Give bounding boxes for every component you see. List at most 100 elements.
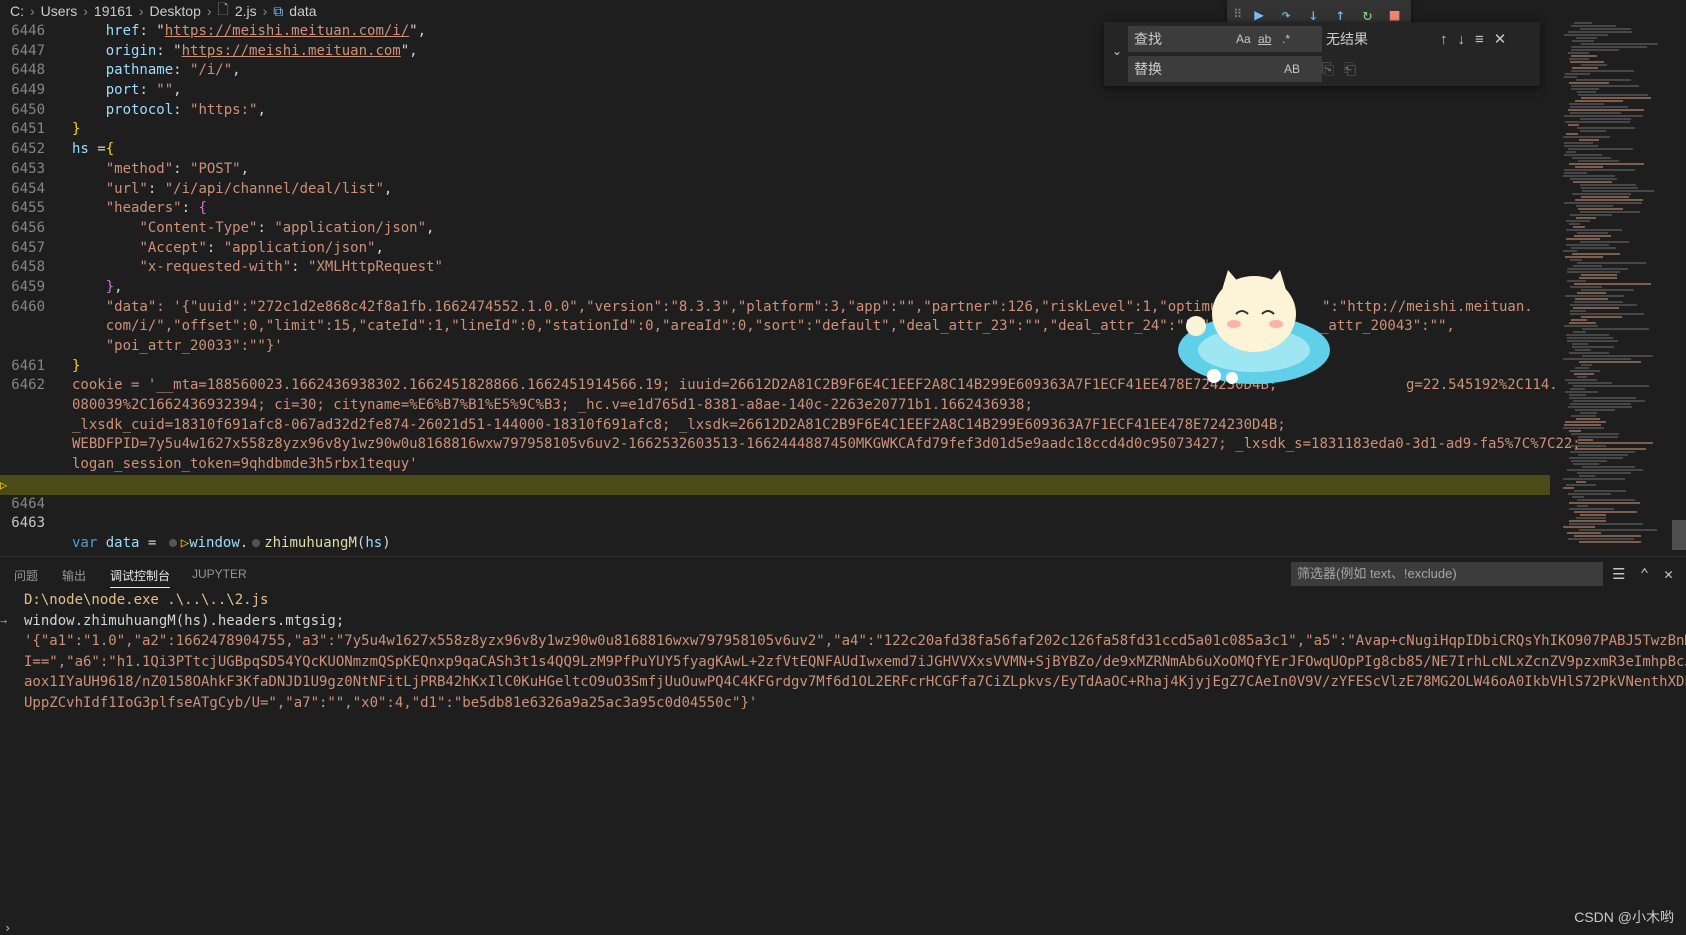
maximize-panel-chevron-up-icon[interactable]: ⌃ bbox=[1640, 562, 1649, 586]
tab-output[interactable]: 输出 bbox=[62, 567, 86, 584]
breadcrumb-symbol[interactable]: data bbox=[289, 3, 316, 19]
minimap-line bbox=[1577, 91, 1596, 93]
minimap-line bbox=[1570, 178, 1617, 180]
line-number: 6447 bbox=[11, 42, 45, 59]
find-in-selection-icon[interactable]: ≡ bbox=[1475, 31, 1484, 48]
minimap-line bbox=[1574, 511, 1637, 513]
minimap-line bbox=[1574, 535, 1641, 537]
chevron-right-icon: › bbox=[83, 3, 88, 19]
code-text: "method": "POST", bbox=[105, 160, 250, 177]
minimap-line bbox=[1566, 133, 1578, 135]
minimap-line bbox=[1572, 193, 1631, 195]
minimap-line bbox=[1578, 454, 1628, 456]
breakpoint-arrow-icon[interactable]: ▷ bbox=[0, 479, 10, 491]
debug-console-output[interactable]: D:\node\node.exe .\..\..\2.js → window.zh… bbox=[0, 590, 1686, 920]
console-text: window.zhimuhuangM(hs).headers.mtgsig; bbox=[24, 612, 345, 629]
console-text: I==","a6":"h1.1Qi3PTtcjUGBpqSD54YQcKUONm… bbox=[24, 653, 1686, 670]
replace-input[interactable]: 替换 AB bbox=[1128, 56, 1322, 82]
minimap-line bbox=[1563, 427, 1604, 429]
clear-console-icon[interactable]: ☰ bbox=[1612, 562, 1625, 586]
line-number: 6456 bbox=[11, 219, 45, 236]
minimap-line bbox=[1570, 313, 1644, 315]
minimap-line bbox=[1569, 502, 1640, 504]
line-number: 6449 bbox=[11, 82, 45, 99]
tab-debug-console[interactable]: 调试控制台 bbox=[110, 567, 171, 588]
inline-breakpoint-icon[interactable] bbox=[252, 538, 261, 547]
minimap-line bbox=[1570, 451, 1635, 453]
minimap-line bbox=[1564, 115, 1643, 117]
code-text: pathname: "/i/", bbox=[105, 62, 241, 79]
inline-breakpoint-icon[interactable] bbox=[168, 538, 177, 547]
minimap-line bbox=[1576, 205, 1613, 207]
console-filter-input[interactable]: 筛选器(例如 text、!exclude) bbox=[1291, 562, 1603, 586]
minimap-line bbox=[1570, 106, 1628, 108]
breadcrumb-desktop[interactable]: Desktop bbox=[150, 3, 201, 19]
code-text: "Content-Type": "application/json", bbox=[139, 219, 435, 236]
code-line-wrap: logan_session_token=9qhdbmde3h5rbx1tequy… bbox=[0, 455, 1560, 475]
previous-match-arrow-icon[interactable]: ↑ bbox=[1440, 31, 1448, 48]
code-text: "url": "/i/api/channel/deal/list", bbox=[105, 180, 393, 197]
line-number: 6450 bbox=[11, 101, 45, 118]
minimap-line bbox=[1572, 343, 1588, 345]
replace-icon[interactable]: ⎘ bbox=[1322, 61, 1334, 78]
close-panel-icon[interactable]: ✕ bbox=[1664, 562, 1673, 586]
find-input[interactable]: 查找 Aa ab .* bbox=[1128, 26, 1322, 52]
minimap-line bbox=[1578, 442, 1653, 444]
match-case-toggle[interactable]: Aa bbox=[1236, 26, 1251, 52]
code-line: 6455 "headers": { bbox=[0, 199, 1560, 219]
breadcrumb-file[interactable]: 2.js bbox=[235, 3, 257, 19]
minimap-line bbox=[1573, 226, 1585, 228]
replace-all-icon[interactable]: ⎗ bbox=[1344, 61, 1356, 78]
minimap-line bbox=[1570, 388, 1585, 390]
minimap-line bbox=[1577, 127, 1635, 129]
minimap-line bbox=[1568, 538, 1634, 540]
minimap-line bbox=[1564, 325, 1598, 327]
line-number: 6462 bbox=[11, 377, 45, 394]
next-match-arrow-icon[interactable]: ↓ bbox=[1458, 31, 1466, 48]
minimap-line bbox=[1571, 433, 1619, 435]
breadcrumb-user[interactable]: 19161 bbox=[94, 3, 133, 19]
minimap-line bbox=[1580, 412, 1597, 414]
minimap-line bbox=[1573, 307, 1619, 309]
minimap-line bbox=[1572, 346, 1614, 348]
minimap-line bbox=[1563, 250, 1577, 252]
code-text-tail: _attr_20043":"", bbox=[1320, 318, 1455, 335]
console-prompt-chevron-icon[interactable]: › bbox=[4, 921, 11, 935]
minimap-line bbox=[1581, 43, 1658, 45]
minimap-line bbox=[1563, 358, 1631, 360]
minimap-line bbox=[1570, 403, 1631, 405]
code-text-tail: g=22.545192%2C114. bbox=[1406, 377, 1558, 394]
minimap-line bbox=[1567, 469, 1643, 471]
breadcrumb-users[interactable]: Users bbox=[41, 3, 78, 19]
code-text: }, bbox=[105, 278, 123, 295]
replace-actions: ⎘ ⎗ bbox=[1322, 56, 1356, 82]
tab-jupyter[interactable]: JUPYTER bbox=[192, 567, 247, 581]
code-text: port: "", bbox=[105, 82, 182, 99]
tab-problems[interactable]: 问题 bbox=[14, 567, 38, 584]
scrollbar-slider[interactable] bbox=[1672, 520, 1686, 550]
minimap-line bbox=[1571, 49, 1619, 51]
minimap-line bbox=[1569, 397, 1636, 399]
match-word-toggle[interactable]: ab bbox=[1258, 26, 1271, 52]
breadcrumb-drive[interactable]: C: bbox=[10, 3, 24, 19]
breadcrumb: C: › Users › 19161 › Desktop › 🗋 2.js › … bbox=[0, 0, 1686, 22]
file-icon: 🗋 bbox=[217, 1, 229, 17]
minimap[interactable] bbox=[1563, 22, 1673, 552]
close-icon[interactable]: ✕ bbox=[1494, 30, 1507, 48]
minimap-line bbox=[1571, 319, 1587, 321]
minimap-line bbox=[1566, 238, 1600, 240]
code-text: "Accept": "application/json", bbox=[139, 239, 384, 256]
code-text: } bbox=[72, 121, 81, 138]
minimap-line bbox=[1572, 67, 1598, 69]
minimap-line bbox=[1568, 31, 1632, 33]
minimap-line bbox=[1579, 529, 1657, 531]
minimap-line bbox=[1569, 103, 1604, 105]
line-number: 6455 bbox=[11, 200, 45, 217]
code-text-tail: ":"http://meishi.meituan. bbox=[1322, 298, 1533, 315]
regex-toggle[interactable]: .* bbox=[1282, 26, 1290, 52]
preserve-case-toggle[interactable]: AB bbox=[1284, 56, 1300, 82]
minimap-line bbox=[1579, 541, 1641, 543]
minimap-line bbox=[1573, 463, 1599, 465]
toggle-replace-chevron-icon[interactable]: ⌄ bbox=[1112, 44, 1122, 58]
minimap-line bbox=[1575, 199, 1643, 201]
